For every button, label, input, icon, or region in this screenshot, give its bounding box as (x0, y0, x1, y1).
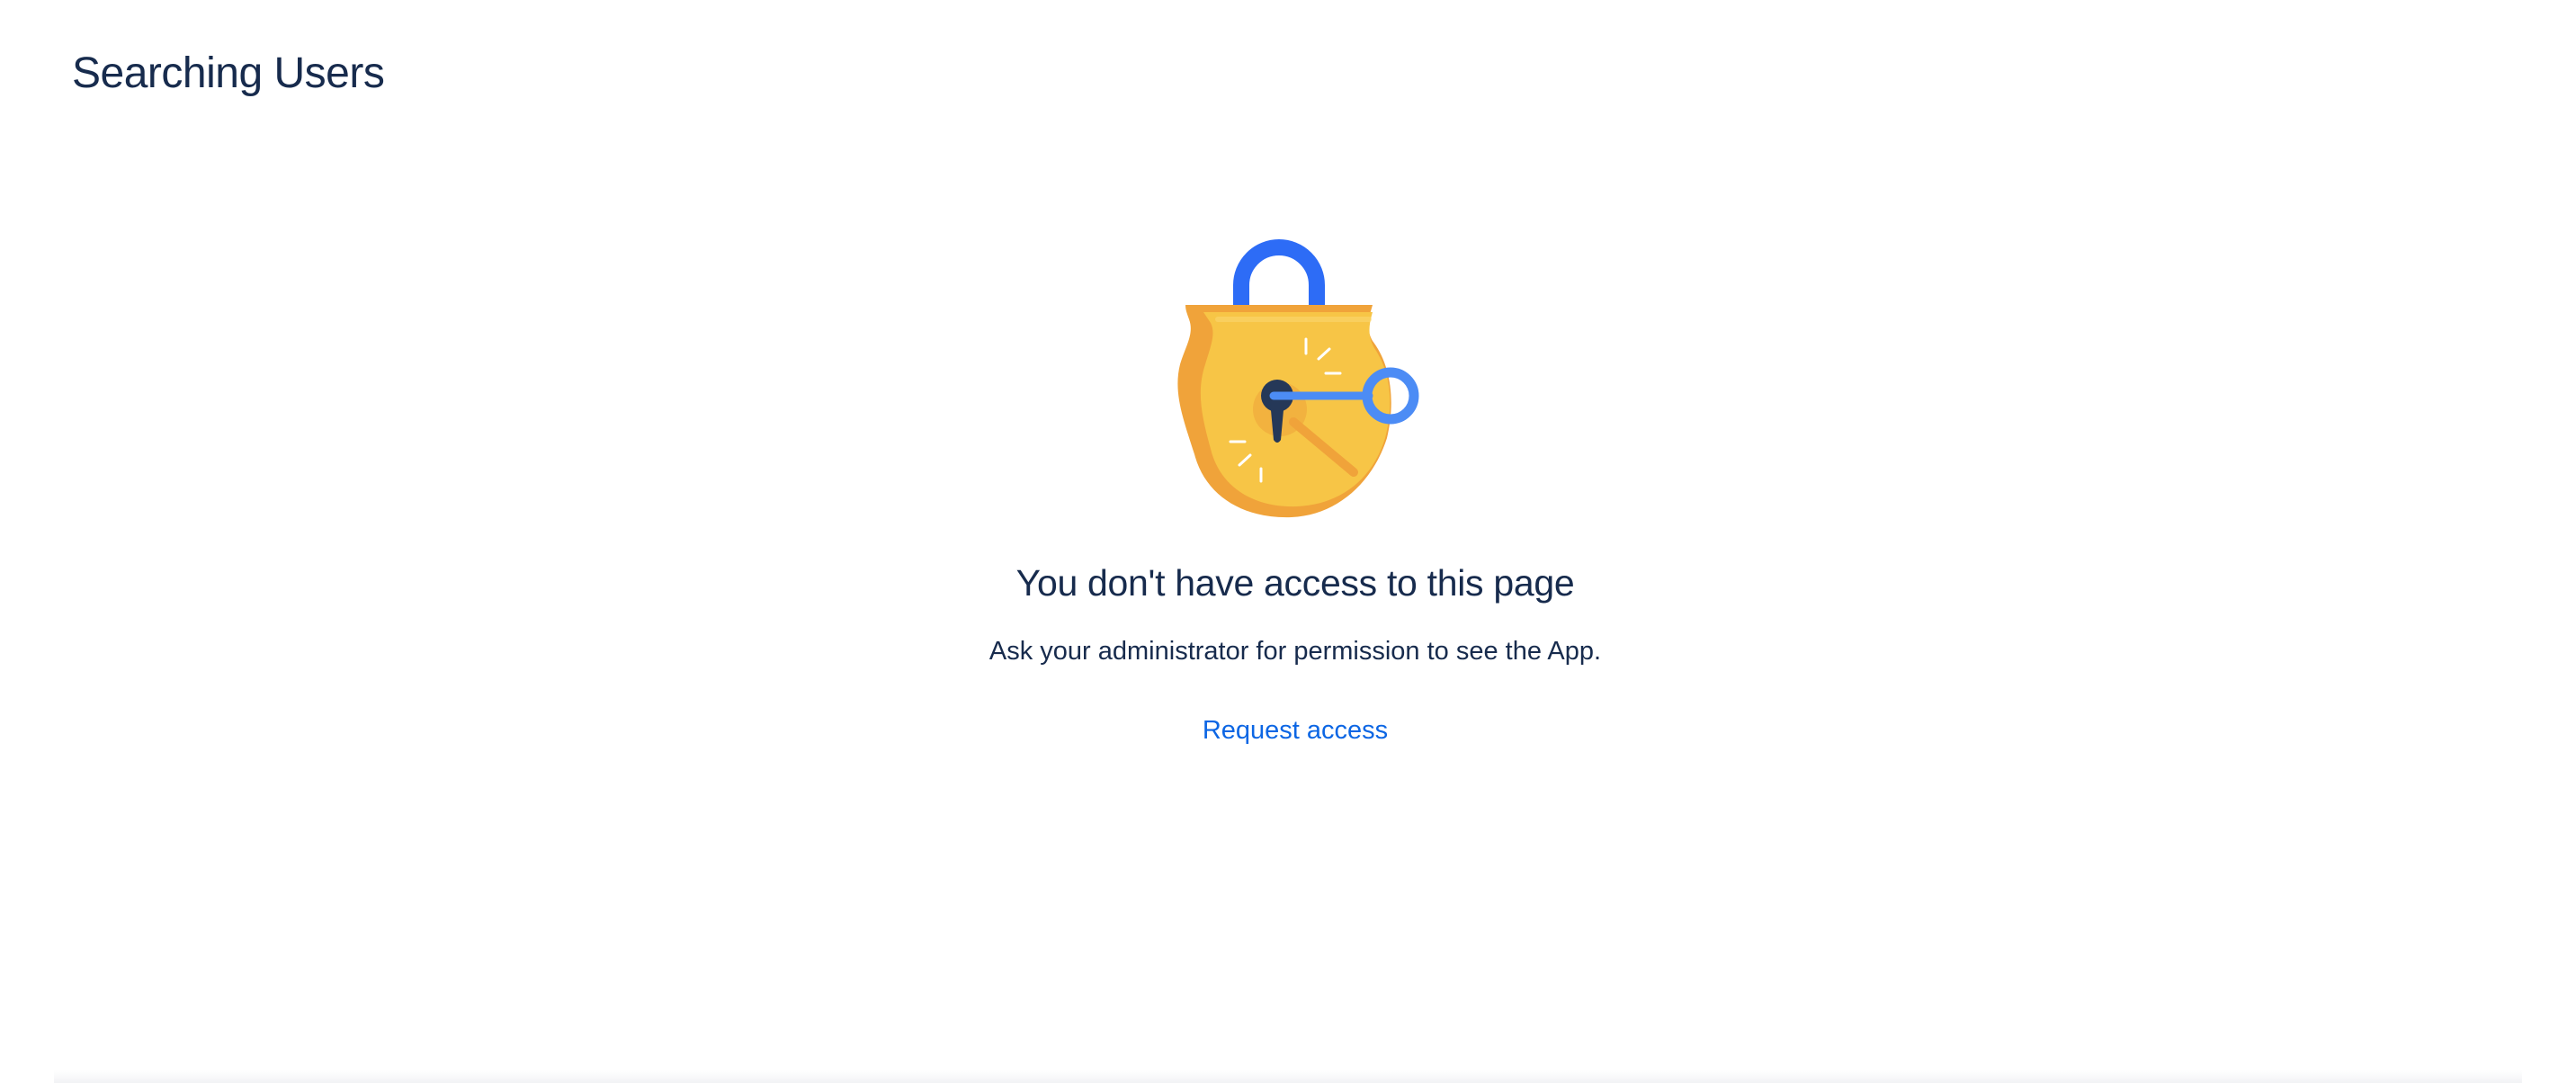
no-access-empty-state: You don't have access to this page Ask y… (0, 0, 2576, 1083)
no-access-heading: You don't have access to this page (1015, 562, 1575, 604)
request-access-link[interactable]: Request access (1196, 711, 1394, 750)
padlock-with-key-icon (1177, 239, 1419, 518)
no-access-description: Ask your administrator for permission to… (988, 637, 1602, 666)
bottom-divider (54, 1070, 2522, 1083)
